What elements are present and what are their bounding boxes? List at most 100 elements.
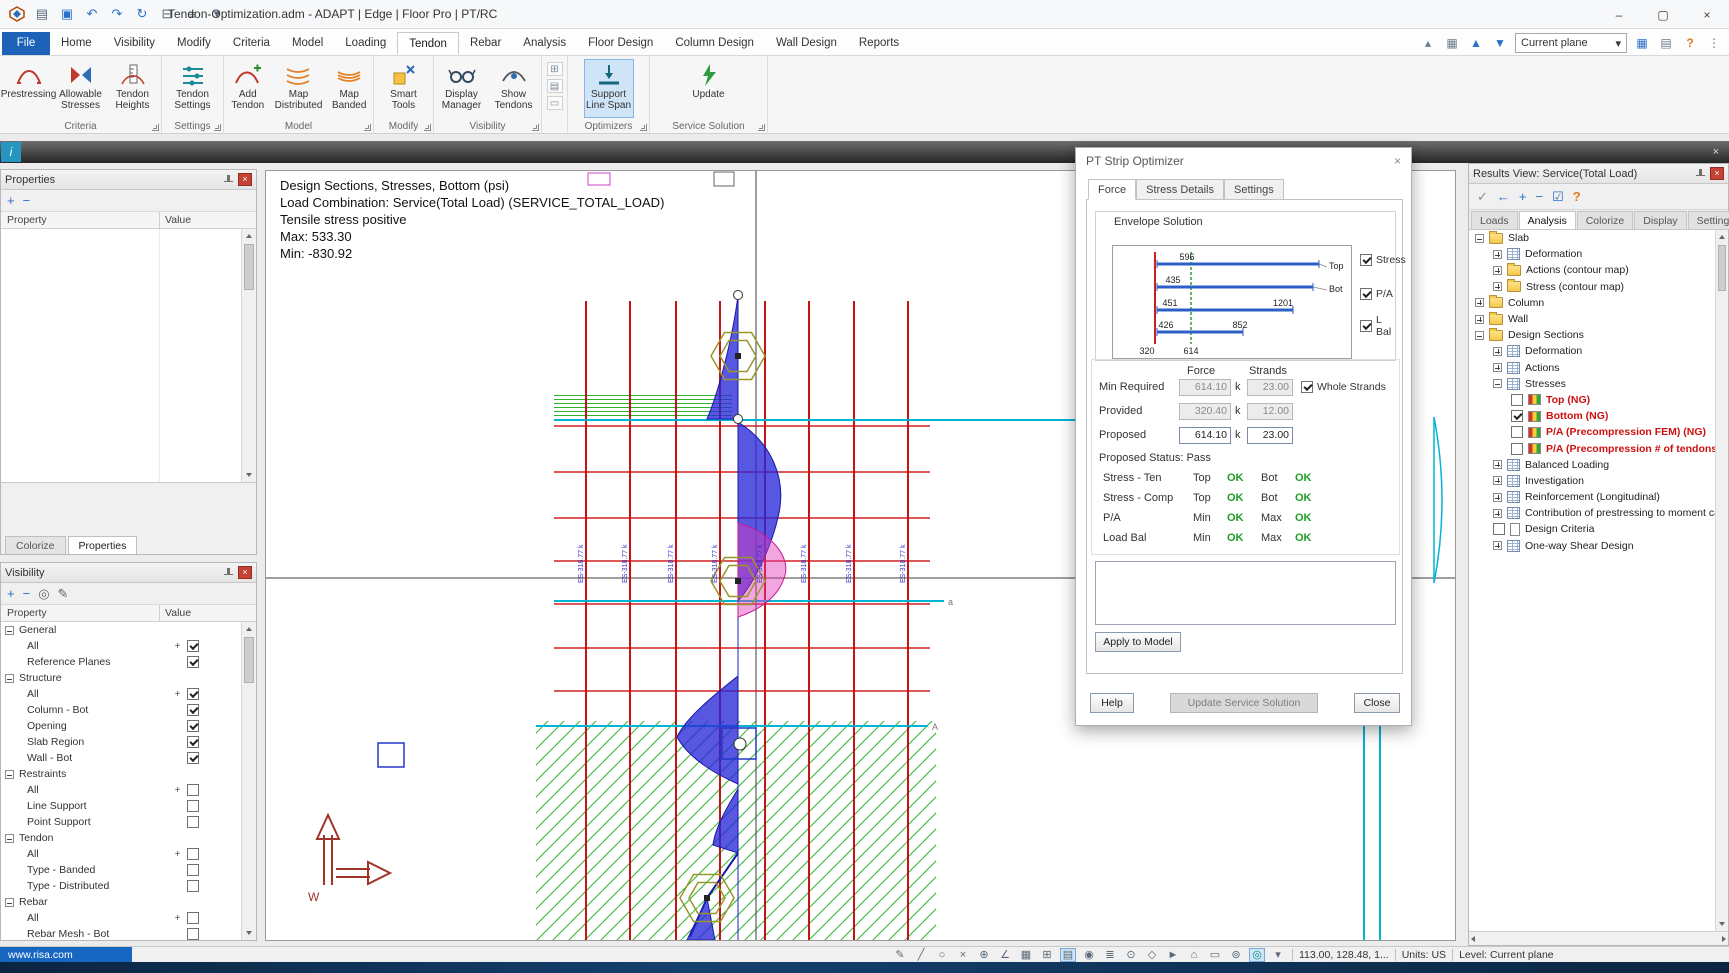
file-tab[interactable]: File xyxy=(2,32,50,55)
tab-analysis[interactable]: Analysis xyxy=(1519,211,1576,229)
tree-item-reinforcement-longitudinal[interactable]: Reinforcement (Longitudinal) xyxy=(1469,489,1728,505)
ruler-icon[interactable]: ▭ xyxy=(1207,948,1223,962)
visibility-checkbox[interactable] xyxy=(187,752,199,764)
provided-force-field[interactable]: 320.40 xyxy=(1179,403,1231,420)
redo-icon[interactable]: ↷ xyxy=(108,5,126,23)
dialog-launcher-icon[interactable] xyxy=(640,124,647,131)
provided-strands-field[interactable]: 12.00 xyxy=(1247,403,1293,420)
dialog-launcher-icon[interactable] xyxy=(214,124,221,131)
expand-icon[interactable] xyxy=(1475,315,1484,324)
layers-icon[interactable]: ≣ xyxy=(1102,948,1118,962)
visibility-checkbox[interactable] xyxy=(187,640,199,652)
visibility-item-all[interactable]: All+ xyxy=(1,782,256,798)
home-icon[interactable]: ⌂ xyxy=(1186,948,1202,962)
checkbox[interactable] xyxy=(1360,254,1372,266)
apply-to-model-button[interactable]: Apply to Model xyxy=(1095,632,1181,652)
tab-column-design[interactable]: Column Design xyxy=(664,32,765,55)
visibility-item-all[interactable]: All+ xyxy=(1,638,256,654)
tab-analysis[interactable]: Analysis xyxy=(512,32,577,55)
visibility-checkbox[interactable] xyxy=(187,880,199,892)
pin-icon[interactable] xyxy=(224,175,233,185)
results-scrollbar[interactable] xyxy=(1715,230,1728,931)
map-banded-button[interactable]: Map Banded xyxy=(325,59,373,118)
tab-reports[interactable]: Reports xyxy=(848,32,910,55)
info-icon[interactable]: i xyxy=(1,142,21,162)
collapse-icon[interactable] xyxy=(5,674,14,683)
visibility-checkbox[interactable] xyxy=(187,928,199,940)
visibility-item-column-bot[interactable]: Column - Bot xyxy=(1,702,256,718)
tree-item-one-way-shear[interactable]: One-way Shear Design xyxy=(1469,538,1728,554)
app-logo-icon[interactable] xyxy=(8,5,26,23)
tab-tendon[interactable]: Tendon xyxy=(397,32,459,55)
tab-stress-details[interactable]: Stress Details xyxy=(1136,179,1224,200)
more-icon[interactable]: ⋮ xyxy=(1705,34,1723,52)
expand-icon[interactable] xyxy=(1475,298,1484,307)
visibility-item-all[interactable]: All+ xyxy=(1,846,256,862)
plane-grid-icon[interactable]: ▦ xyxy=(1443,34,1461,52)
dialog-title[interactable]: PT Strip Optimizer xyxy=(1076,148,1411,174)
info-bar-close-icon[interactable]: × xyxy=(1713,146,1719,158)
scroll-down-icon[interactable] xyxy=(242,926,256,940)
verify-icon[interactable]: ☑ xyxy=(1552,190,1564,203)
visibility-item-slab-region[interactable]: Slab Region xyxy=(1,734,256,750)
maximize-button[interactable]: ▢ xyxy=(1641,0,1685,29)
angle-icon[interactable]: ∠ xyxy=(997,948,1013,962)
tab-loads[interactable]: Loads xyxy=(1471,211,1518,229)
checkbox[interactable] xyxy=(1360,320,1372,332)
visibility-group-structure[interactable]: Structure xyxy=(1,670,256,686)
erase-icon[interactable]: × xyxy=(955,948,971,962)
map-distributed-button[interactable]: Map Distributed xyxy=(274,59,324,118)
expand-icon[interactable] xyxy=(1493,363,1502,372)
dialog-close-icon[interactable]: × xyxy=(1394,154,1401,168)
grid-add-icon[interactable]: ⊞ xyxy=(1039,948,1055,962)
tab-criteria[interactable]: Criteria xyxy=(222,32,281,55)
dialog-launcher-icon[interactable] xyxy=(532,124,539,131)
visibility-checkbox[interactable] xyxy=(187,656,199,668)
display-manager-button[interactable]: Display Manager xyxy=(437,59,487,118)
tree-item-design-sections[interactable]: Design Sections xyxy=(1469,327,1728,343)
node-marker[interactable] xyxy=(734,738,746,750)
mini-ruler-icon[interactable]: ▭ xyxy=(547,96,563,110)
back-arrow-icon[interactable]: ← xyxy=(1497,190,1510,203)
result-checkbox[interactable] xyxy=(1511,443,1523,455)
visibility-item-all[interactable]: All+ xyxy=(1,686,256,702)
diamond-icon[interactable]: ◇ xyxy=(1144,948,1160,962)
dialog-launcher-icon[interactable] xyxy=(364,124,371,131)
osnap-icon[interactable]: ⊙ xyxy=(1123,948,1139,962)
scroll-up-icon[interactable] xyxy=(242,622,256,636)
expand-mini-icon[interactable]: + xyxy=(173,849,182,860)
tab-floor-design[interactable]: Floor Design xyxy=(577,32,664,55)
scroll-up-icon[interactable] xyxy=(242,229,256,243)
add-view-icon[interactable]: + xyxy=(1519,190,1527,203)
node-marker[interactable] xyxy=(734,291,743,300)
scroll-thumb[interactable] xyxy=(1718,245,1726,291)
panel-close-icon[interactable]: × xyxy=(238,173,252,186)
plane-down-icon[interactable]: ▼ xyxy=(1491,34,1509,52)
panel-close-icon[interactable]: × xyxy=(1710,167,1724,180)
tree-item-pa-precompression-fem[interactable]: P/A (Precompression FEM) (NG) xyxy=(1469,424,1728,440)
tendon-heights-button[interactable]: Tendon Heights xyxy=(108,59,158,118)
tree-item-actions-contour[interactable]: Actions (contour map) xyxy=(1469,262,1728,278)
prestressing-button[interactable]: Prestressing xyxy=(4,59,54,118)
collapse-icon[interactable] xyxy=(1475,331,1484,340)
collapse-icon[interactable] xyxy=(1475,234,1484,243)
scroll-thumb[interactable] xyxy=(244,637,254,683)
visibility-group-restraints[interactable]: Restraints xyxy=(1,766,256,782)
collapse-icon[interactable] xyxy=(5,770,14,779)
tab-force[interactable]: Force xyxy=(1088,179,1136,200)
scroll-thumb[interactable] xyxy=(244,244,254,290)
whole-strands-checkbox[interactable]: Whole Strands xyxy=(1301,381,1386,393)
refresh-icon[interactable]: ↻ xyxy=(133,5,151,23)
expand-icon[interactable] xyxy=(1493,266,1502,275)
help-icon[interactable]: ? xyxy=(1681,34,1699,52)
visibility-checkbox[interactable] xyxy=(187,816,199,828)
new-file-icon[interactable]: ▤ xyxy=(33,5,51,23)
apply-check-icon[interactable]: ✓ xyxy=(1477,190,1488,203)
scroll-left-icon[interactable] xyxy=(1471,936,1475,942)
panel-close-icon[interactable]: × xyxy=(238,566,252,579)
visibility-item-rebar-mesh-bot[interactable]: Rebar Mesh - Bot xyxy=(1,926,256,940)
tree-item-slab[interactable]: Slab xyxy=(1469,230,1728,246)
tree-item-stress-contour[interactable]: Stress (contour map) xyxy=(1469,279,1728,295)
expand-mini-icon[interactable]: + xyxy=(173,913,182,924)
add-filter-icon[interactable]: + xyxy=(7,587,15,600)
